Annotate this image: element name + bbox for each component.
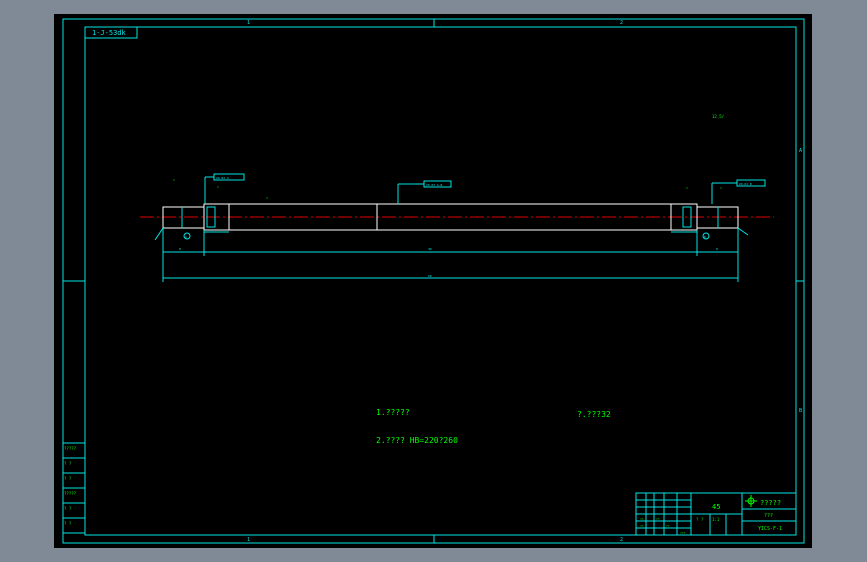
datum-label-right: B xyxy=(704,235,706,239)
note-1: 1.????? xyxy=(376,408,410,417)
tolerance-mid: ⌀0.03 A-B xyxy=(426,183,442,187)
cad-drawing-viewport[interactable]: 1 2 1 2 A B 1-J-53dk 12.5/ 60 40 8 8 ⌀0.… xyxy=(0,0,867,562)
zone-label-bottom-2: 2 xyxy=(620,537,623,543)
zone-label-right-b: B xyxy=(799,408,802,414)
stamp-row-2: ? ? xyxy=(64,461,72,466)
title-scale: 1:1 xyxy=(712,517,720,522)
zone-label-top-2: 2 xyxy=(620,20,623,26)
svg-text:▽: ▽ xyxy=(266,196,268,200)
drawing-background xyxy=(54,14,812,548)
stamp-row-4: ????? xyxy=(64,491,77,496)
drawing-sheet: 1 2 1 2 A B 1-J-53dk 12.5/ 60 40 8 8 ⌀0.… xyxy=(54,14,812,548)
dim-left-small: 8 xyxy=(179,247,181,251)
drawing-code-text: 1-J-53dk xyxy=(92,29,127,37)
svg-text:??: ?? xyxy=(666,524,670,528)
zone-label-right-a: A xyxy=(799,148,802,154)
svg-text:??: ?? xyxy=(640,524,644,528)
note-3: ?.???32 xyxy=(577,410,611,419)
dim-right-small: 8 xyxy=(716,247,718,251)
dim-total: 60 xyxy=(428,274,432,278)
title-part-name: ??? xyxy=(764,513,773,519)
zone-label-bottom-1: 1 xyxy=(247,537,250,543)
stamp-row-5: ? ? xyxy=(64,506,72,511)
title-material: 45 xyxy=(712,503,720,511)
stamp-row-6: ? ? xyxy=(64,521,72,526)
svg-text:???: ??? xyxy=(680,531,686,535)
tolerance-left: ⌀0.02 A xyxy=(216,176,229,180)
tolerance-right: ⌀0.02 B xyxy=(739,182,752,186)
note-2: 2.???? HB=220?260 xyxy=(376,436,458,445)
title-company: ????? xyxy=(760,499,781,507)
roughness-symbol-top-right: 12.5/ xyxy=(712,114,725,119)
svg-text:??: ?? xyxy=(656,517,660,521)
datum-label-left: A xyxy=(185,235,187,239)
svg-text:▽: ▽ xyxy=(173,178,175,182)
title-sheet: ? ? xyxy=(696,517,704,522)
svg-text:▽: ▽ xyxy=(686,186,688,190)
svg-text:▽: ▽ xyxy=(217,185,219,189)
zone-label-top-1: 1 xyxy=(247,20,250,26)
stamp-row-3: ? ? xyxy=(64,476,72,481)
stamp-row-1: ????? xyxy=(64,446,77,451)
svg-text:??: ?? xyxy=(640,517,644,521)
dim-middle: 40 xyxy=(428,247,432,251)
svg-text:▽: ▽ xyxy=(720,186,722,190)
title-drawing-no: YICS-F-1 xyxy=(758,526,782,532)
